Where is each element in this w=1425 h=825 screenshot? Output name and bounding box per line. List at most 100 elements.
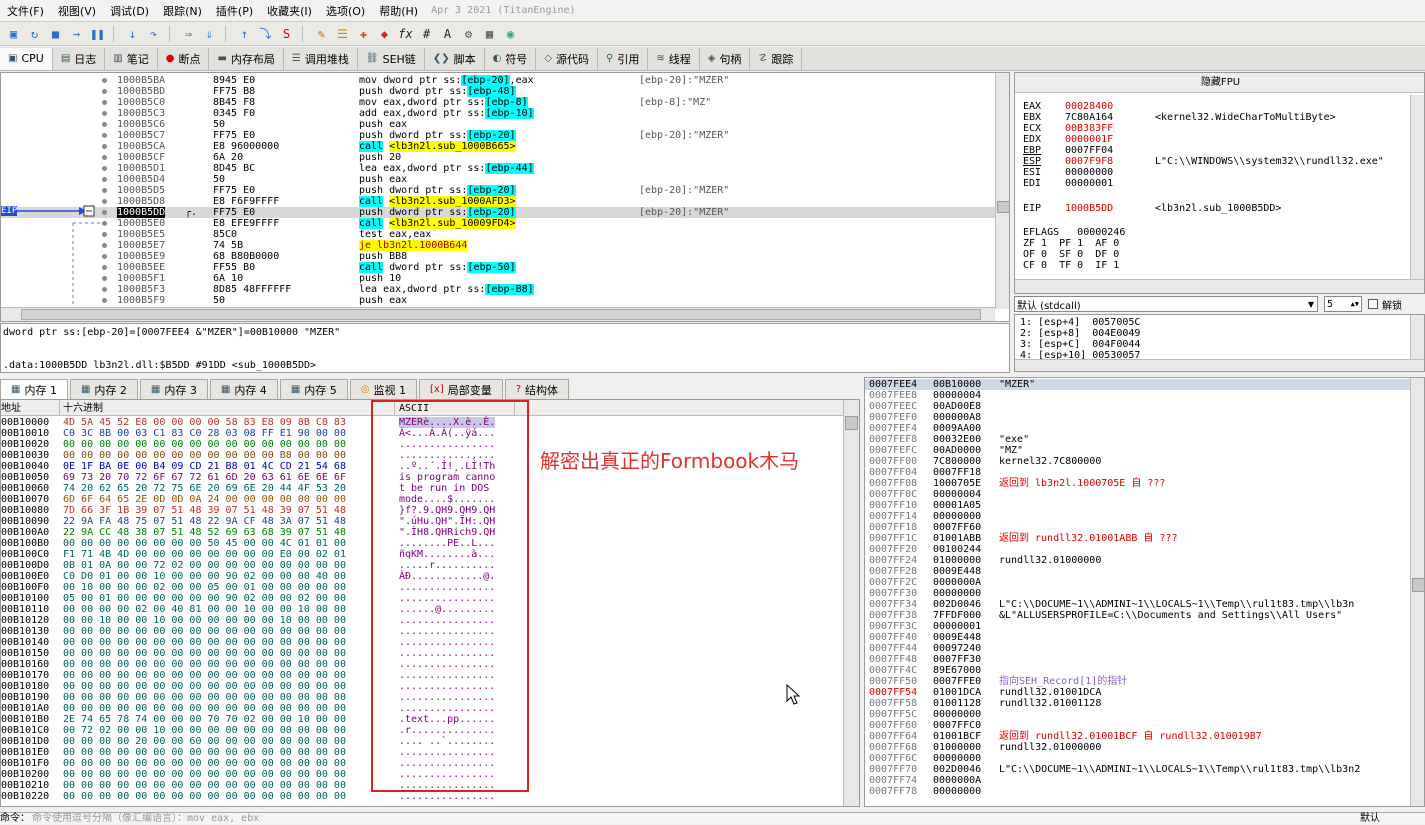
calculator-icon[interactable]: ▦ [480,25,499,43]
restart-icon[interactable]: ↻ [25,25,44,43]
stack-row[interactable]: 0007FF40 0009E448 [865,632,1410,643]
font-icon[interactable]: A [438,25,457,43]
dump-row[interactable]: 00B10220 00 00 00 00 00 00 00 00 00 00 00… [1,791,843,802]
disasm-row[interactable]: 1000B5E7 74 5B je lb3n2l.1000B644 [1,240,995,251]
eflags-row[interactable]: EFLAGS 00000246 [1023,227,1125,238]
dump-tab[interactable]: ▦ 内存 2 [69,379,138,399]
stack-row[interactable]: 0007FF54 01001DCA rundll32.01001DCA [865,687,1410,698]
tab-symbol[interactable]: ◐ 符号 [485,47,537,70]
stack-row[interactable]: 0007FF44 00097240 [865,643,1410,654]
stack-row[interactable]: 0007FF68 01000000 rundll32.01000000 [865,742,1410,753]
disasm-row[interactable]: 1000B5C6 50 push eax [1,119,995,130]
disasm-row[interactable]: 1000B5BD FF75 B8 push dword ptr ss:[ebp-48… [1,86,995,97]
disasm-row[interactable]: 1000B5C3 0345 F0 add eax,dword ptr ss:[ebp… [1,108,995,119]
stack-row[interactable]: 0007FF18 0007FF60 [865,522,1410,533]
stack-row[interactable]: 0007FF58 01001128 rundll32.01001128 [865,698,1410,709]
stack-row[interactable]: 0007FEEC 00AD00E8 [865,401,1410,412]
dump-tab[interactable]: [x] 局部变量 [419,379,503,399]
menu-item[interactable]: 选项(O) [319,3,372,19]
dump-tab[interactable]: ▦ 内存 4 [209,379,278,399]
stack-row[interactable]: 0007FF00 7C800000 kernel32.7C800000 [865,456,1410,467]
patch-icon[interactable]: ✎ [312,25,331,43]
settings-icon[interactable]: ⚙ [459,25,478,43]
stack-row[interactable]: 0007FF10 00001A05 [865,500,1410,511]
close-icon[interactable]: ■ [46,25,65,43]
menu-item[interactable]: 帮助(H) [372,3,425,19]
menu-item[interactable]: 文件(F) [0,3,51,19]
disasm-row[interactable]: 1000B5F9 50 push eax [1,295,995,306]
dump-tab[interactable]: ? 结构体 [504,379,570,399]
menu-item[interactable]: 调试(D) [103,3,156,19]
stack-row[interactable]: 0007FEF4 0009AA00 [865,423,1410,434]
tab-call-stack[interactable]: ☰ 调用堆栈 [284,47,358,70]
flags-row[interactable]: OF 0 SF 0 DF 0 [1023,249,1119,260]
tab-trace[interactable]: ☡ 跟踪 [750,47,803,70]
register-value[interactable]: 00000001 [1065,178,1113,189]
stack-row[interactable]: 0007FF1C 01001ABB 返回到 rundll32.01001ABB 自 … [865,533,1410,544]
stack-row[interactable]: 0007FF24 01000000 rundll32.01000000 [865,555,1410,566]
flags-row[interactable]: CF 0 TF 0 IF 1 [1023,260,1119,271]
stack-row[interactable]: 0007FF08 1000705E 返回到 lb3n2l.1000705E 自 ??… [865,478,1410,489]
tab-breakpoint[interactable]: ● 断点 [158,47,210,70]
disasm-row[interactable]: 1000B5D8 E8 F6F9FFFF call <lb3n2l.sub_1000… [1,196,995,207]
hide-fpu-button[interactable]: 隐藏FPU [1015,73,1424,93]
stack-row[interactable]: 0007FF50 0007FFE0 指向SEH_Record[1]的指针 [865,676,1410,687]
tab-notes[interactable]: ▥ 笔记 [105,47,158,70]
stack-row[interactable]: 0007FF4C 89E67000 [865,665,1410,676]
stack-row[interactable]: 0007FEF8 00032E00 "exe" [865,434,1410,445]
stack-row[interactable]: 0007FF14 00000000 [865,511,1410,522]
register-value[interactable]: 00B383FF [1065,123,1113,134]
stack-row[interactable]: 0007FF78 00000000 [865,786,1410,797]
arguments-scrollbar[interactable] [1410,315,1424,359]
labels-icon[interactable]: ✚ [354,25,373,43]
stack-row[interactable]: 0007FF28 0009E448 [865,566,1410,577]
stack-row[interactable]: 0007FF60 0007FFC0 [865,720,1410,731]
trace-over-icon[interactable]: ⇓ [200,25,219,43]
dump-scrollbar[interactable] [843,400,859,806]
dump-tab[interactable]: ▦ 内存 1 [0,379,68,399]
menu-item[interactable]: 视图(V) [51,3,103,19]
tab-log[interactable]: ▤ 日志 [53,47,106,70]
disasm-row[interactable]: 1000B5C0 8B45 F8 mov eax,dword ptr ss:[ebp… [1,97,995,108]
registers-pane[interactable]: 隐藏FPU EAX 00028400 EBX 7C80A164 <kernel32.Wi… [1014,72,1425,294]
stack-row[interactable]: 0007FF04 0007FF18 [865,467,1410,478]
stack-row[interactable]: 0007FF64 01001BCF 返回到 rundll32.01001BCF 自 … [865,731,1410,742]
open-icon[interactable]: ▣ [4,25,23,43]
disasm-row[interactable]: 1000B5DD FF75 E0 push dword ptr ss:[ebp-20… [1,207,995,218]
tab-handles[interactable]: ◈ 句柄 [700,47,751,70]
disasm-row[interactable]: 1000B5E9 68 B80B0000 push BB8 [1,251,995,262]
stack-row[interactable]: 0007FF2C 0000000A [865,577,1410,588]
stack-scrollbar[interactable] [1410,378,1424,806]
disasm-row[interactable]: 1000B5E5 85C0 test eax,eax [1,229,995,240]
stack-row[interactable]: 0007FEFC 00AD0000 "MZ" [865,445,1410,456]
argument-row[interactable]: 1: [esp+4] 0057005C [1020,317,1140,328]
tab-memory-map[interactable]: ▬ 内存布局 [209,47,284,70]
stack-row[interactable]: 0007FF30 00000000 [865,588,1410,599]
dump-tab[interactable]: ▦ 内存 3 [139,379,208,399]
disasm-row[interactable]: 1000B5BA 8945 E0 mov dword ptr ss:[ebp-20]… [1,75,995,86]
disasm-vertical-scrollbar[interactable] [995,73,1009,309]
hash-icon[interactable]: # [417,25,436,43]
argument-row[interactable]: 3: [esp+C] 004F0044 [1020,339,1140,350]
plugin-icon[interactable]: ◉ [501,25,520,43]
dump-tab[interactable]: ▦ 内存 5 [279,379,348,399]
disasm-row[interactable]: 1000B5F1 6A 10 push 10 [1,273,995,284]
stack-row[interactable]: 0007FF34 002D0046 L"C:\\DOCUME~1\\ADMINI~1… [865,599,1410,610]
stack-row[interactable]: 0007FF20 00100244 [865,544,1410,555]
stack-row[interactable]: 0007FF48 0007FF30 [865,654,1410,665]
disasm-row[interactable]: 1000B5F3 8D85 48FFFFFF lea eax,dword ptr s… [1,284,995,295]
tab-references[interactable]: ⚲ 引用 [598,47,649,70]
disasm-row[interactable]: 1000B5E0 E8 EFE9FFFF call <lb3n2l.sub_1000… [1,218,995,229]
function-icon[interactable]: fx [396,25,415,43]
menu-item[interactable]: 收藏夹(I) [260,3,319,19]
stack-row[interactable]: 0007FF6C 00000000 [865,753,1410,764]
register-value[interactable]: 7C80A164 [1065,112,1113,123]
flags-row[interactable]: ZF 1 PF 1 AF 0 [1023,238,1119,249]
register-value[interactable]: 00000000 [1065,167,1113,178]
menu-item[interactable]: 跟踪(N) [156,3,209,19]
execute-till-return-icon[interactable]: ↑ [235,25,254,43]
arguments-horizontal-scrollbar[interactable] [1015,359,1424,371]
disasm-row[interactable]: 1000B5CA E8 96000000 call <lb3n2l.sub_1000… [1,141,995,152]
stack-row[interactable]: 0007FEE8 00000004 [865,390,1410,401]
stack-row[interactable]: 0007FEE4 00B10000 "MZER" [865,379,1410,390]
